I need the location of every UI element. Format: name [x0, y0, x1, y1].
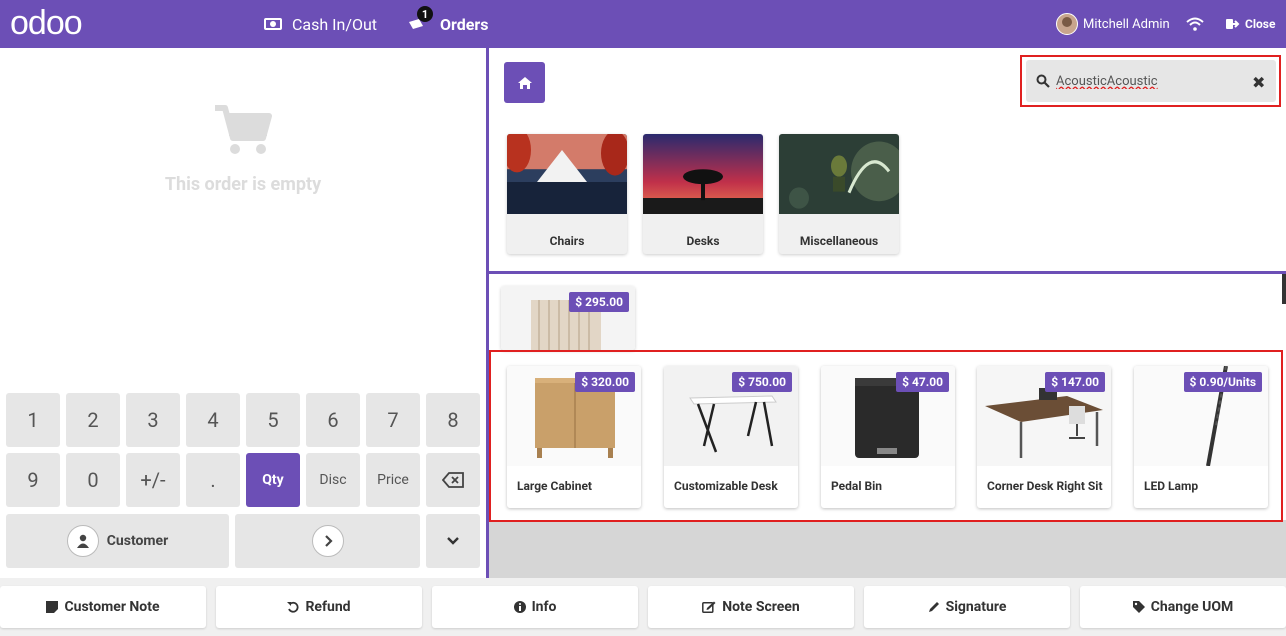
- category-miscellaneous[interactable]: Miscellaneous: [779, 134, 899, 254]
- numpad-0[interactable]: 0: [66, 453, 120, 507]
- cash-in-out-label: Cash In/Out: [292, 14, 378, 34]
- refund-label: Refund: [305, 599, 351, 615]
- pencil-icon: [928, 602, 939, 612]
- search-icon: [1036, 74, 1050, 88]
- numpad-plus-minus[interactable]: +/-: [126, 453, 180, 507]
- category-label: Desks: [686, 234, 720, 248]
- edit-icon: [702, 601, 716, 613]
- product-list-background: [489, 520, 1286, 578]
- customer-note-label: Customer Note: [64, 599, 160, 615]
- user-avatar: [1056, 13, 1078, 35]
- user-icon: [66, 525, 99, 557]
- user-name: Mitchell Admin: [1083, 16, 1170, 32]
- note-screen-label: Note Screen: [722, 599, 800, 615]
- home-category-button[interactable]: [504, 62, 545, 103]
- numpad-qty-mode[interactable]: Qty: [246, 453, 300, 507]
- info-label: Info: [531, 599, 557, 615]
- more-options-button[interactable]: [426, 514, 480, 568]
- numpad-disc-mode[interactable]: Disc: [306, 453, 360, 507]
- category-desks[interactable]: Desks: [643, 134, 763, 254]
- sticky-note-icon: [46, 601, 59, 613]
- payment-button[interactable]: [235, 514, 420, 568]
- cash-in-out-button[interactable]: Cash In/Out: [264, 0, 377, 48]
- wifi-icon[interactable]: [1186, 0, 1204, 48]
- customer-button[interactable]: Customer: [6, 514, 229, 568]
- numpad-7[interactable]: 7: [366, 393, 420, 447]
- products-highlight-box: [489, 350, 1283, 522]
- category-image: [643, 134, 763, 214]
- info-circle-icon: [513, 601, 526, 613]
- customer-note-button[interactable]: Customer Note: [0, 586, 206, 628]
- category-divider: [489, 271, 1286, 274]
- signature-button[interactable]: Signature: [864, 586, 1070, 628]
- numpad-3[interactable]: 3: [126, 393, 180, 447]
- product-scrollbar[interactable]: [1282, 274, 1286, 304]
- numpad-4[interactable]: 4: [186, 393, 240, 447]
- empty-order-message: This order is empty: [164, 174, 322, 195]
- ticket-icon: 1: [408, 6, 433, 30]
- numpad-decimal[interactable]: .: [186, 453, 240, 507]
- money-icon: [264, 18, 282, 30]
- category-label: Chairs: [549, 234, 585, 248]
- sign-out-icon: [1226, 19, 1240, 29]
- customer-label: Customer: [106, 533, 169, 549]
- numpad-price-mode[interactable]: Price: [366, 453, 420, 507]
- orders-button[interactable]: 1 Orders: [408, 0, 488, 48]
- product-search[interactable]: ✖: [1026, 60, 1276, 102]
- product-price: $ 295.00: [569, 292, 629, 312]
- numpad-9[interactable]: 9: [6, 453, 60, 507]
- chevron-down-icon: [447, 537, 459, 545]
- orders-count-badge: 1: [417, 6, 433, 22]
- refund-button[interactable]: Refund: [216, 586, 422, 628]
- numpad-1[interactable]: 1: [6, 393, 60, 447]
- numpad-8[interactable]: 8: [426, 393, 480, 447]
- orders-label: Orders: [440, 14, 489, 34]
- shopping-cart-icon: [215, 105, 272, 154]
- close-label: Close: [1245, 17, 1276, 31]
- odoo-logo: odoo: [10, 4, 83, 42]
- numpad-6[interactable]: 6: [306, 393, 360, 447]
- clear-search-icon[interactable]: ✖: [1252, 73, 1265, 92]
- chevron-right-icon: [311, 525, 344, 557]
- numpad-2[interactable]: 2: [66, 393, 120, 447]
- undo-icon: [287, 601, 299, 613]
- change-uom-button[interactable]: Change UOM: [1080, 586, 1286, 628]
- top-bar: odoo Cash In/Out 1 Orders Mitchell Admin…: [0, 0, 1286, 48]
- category-chairs[interactable]: Chairs: [507, 134, 627, 254]
- note-screen-button[interactable]: Note Screen: [648, 586, 854, 628]
- change-uom-label: Change UOM: [1150, 599, 1234, 615]
- user-menu[interactable]: Mitchell Admin: [1056, 0, 1170, 48]
- tag-icon: [1132, 601, 1145, 613]
- category-image: [779, 134, 899, 214]
- home-icon: [517, 76, 532, 89]
- category-image: [507, 134, 627, 214]
- signature-label: Signature: [945, 599, 1007, 615]
- backspace-icon: [442, 472, 464, 488]
- info-button[interactable]: Info: [432, 586, 638, 628]
- numpad-5[interactable]: 5: [246, 393, 300, 447]
- search-input[interactable]: [1056, 71, 1236, 91]
- close-button[interactable]: Close: [1226, 0, 1275, 48]
- category-label: Miscellaneous: [799, 234, 879, 248]
- product-card-partial[interactable]: $ 295.00: [501, 286, 635, 350]
- numpad-backspace[interactable]: [426, 453, 480, 507]
